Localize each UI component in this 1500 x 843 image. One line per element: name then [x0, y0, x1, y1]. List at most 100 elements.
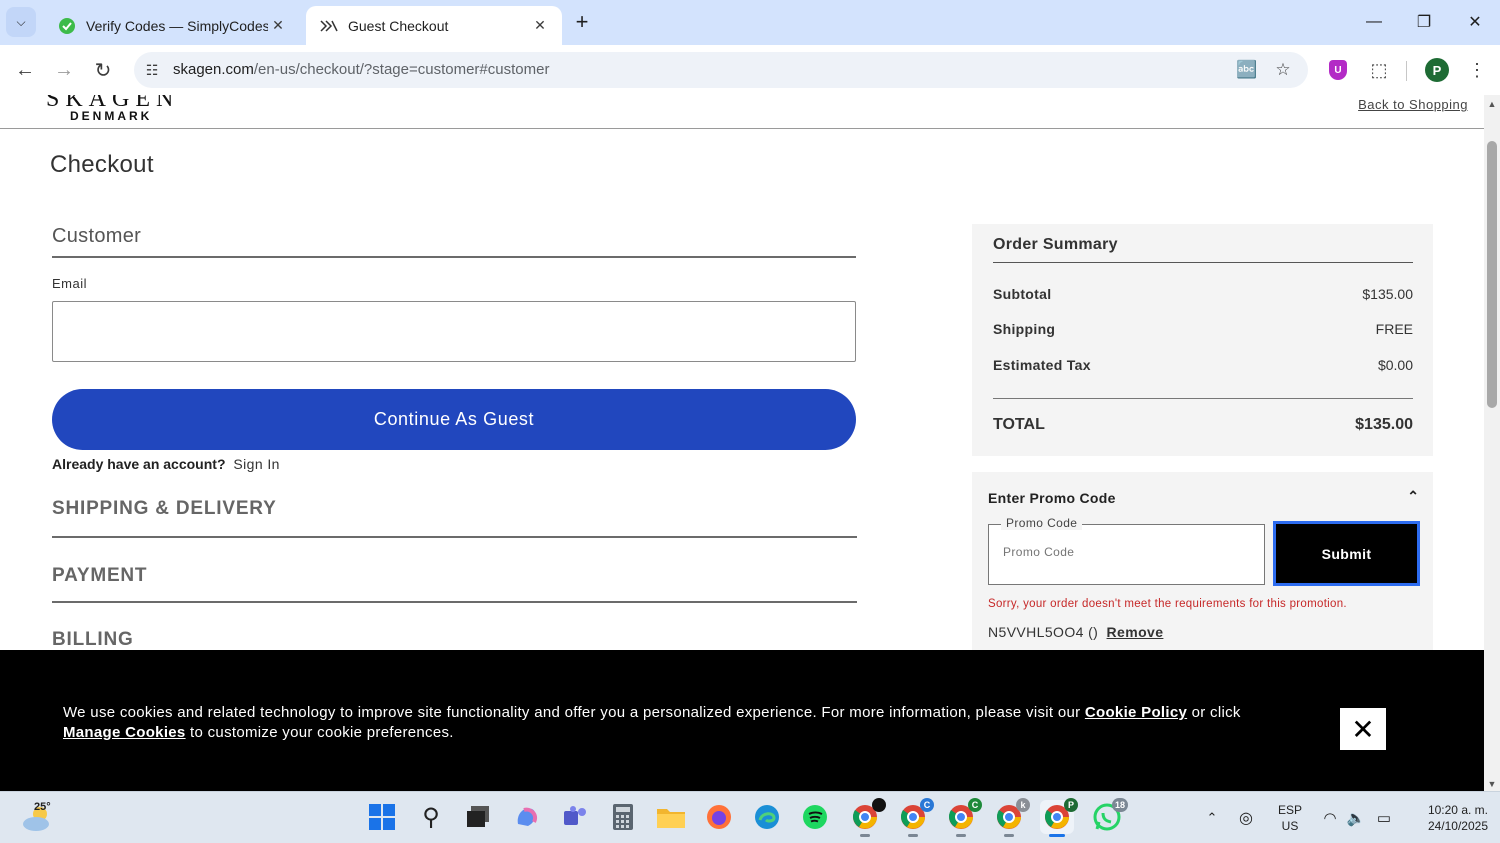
- close-icon: ✕: [1351, 713, 1375, 745]
- forward-button[interactable]: →: [49, 55, 79, 85]
- search-icon[interactable]: ⚲: [414, 800, 448, 834]
- back-button[interactable]: ←: [10, 55, 40, 85]
- wifi-icon[interactable]: ◠: [1318, 792, 1342, 843]
- calculator-icon[interactable]: [606, 800, 640, 834]
- payment-section[interactable]: PAYMENT: [52, 565, 857, 603]
- toolbar-separator: [1406, 61, 1407, 81]
- back-to-shopping-link[interactable]: Back to Shopping: [1358, 97, 1468, 112]
- active-indicator: [1049, 834, 1065, 837]
- input-language[interactable]: ESP US: [1274, 802, 1306, 834]
- chrome-profile-icon[interactable]: C: [944, 798, 982, 837]
- promo-code-panel: Enter Promo Code ⌃ Promo Code Submit Sor…: [972, 472, 1433, 672]
- teams-icon[interactable]: [558, 800, 592, 834]
- tab-verify-codes[interactable]: Verify Codes — SimplyCodes ✕: [44, 6, 300, 45]
- applied-code: N5VVHL5OO4 (): [988, 624, 1099, 640]
- continue-as-guest-button[interactable]: Continue As Guest: [52, 389, 856, 450]
- close-window-button[interactable]: ✕: [1452, 4, 1498, 40]
- sign-in-link[interactable]: Sign In: [233, 456, 279, 472]
- total-row: TOTAL $135.00: [993, 416, 1413, 433]
- promo-code-input[interactable]: [1003, 545, 1243, 559]
- site-settings-icon[interactable]: ☷: [142, 60, 162, 80]
- reload-button[interactable]: ↻: [88, 55, 118, 85]
- applied-promo: N5VVHL5OO4 () Remove: [988, 624, 1163, 640]
- windows-taskbar: 25° ⚲ C C k P 18 ⌃ ◎ ESP US ◠ 🔈 ▭ 10:20 …: [0, 791, 1500, 843]
- chrome-profile-icon[interactable]: k: [992, 798, 1030, 837]
- site-header: SKAGEN DENMARK Back to Shopping: [0, 95, 1484, 129]
- translate-icon[interactable]: 🔤: [1236, 59, 1258, 81]
- skagen-favicon-icon: [320, 17, 338, 35]
- ublock-extension-icon[interactable]: U: [1325, 57, 1351, 83]
- file-explorer-icon[interactable]: [654, 800, 688, 834]
- start-button[interactable]: [365, 800, 399, 834]
- arrow-left-icon: ←: [15, 58, 35, 81]
- shipping-delivery-section[interactable]: SHIPPING & DELIVERY: [52, 498, 857, 538]
- order-summary: Order Summary Subtotal $135.00 Shipping FR…: [972, 224, 1433, 456]
- chevron-up-icon[interactable]: ⌃: [1407, 488, 1419, 505]
- running-indicator: [956, 834, 966, 837]
- running-indicator: [860, 834, 870, 837]
- cookie-policy-link[interactable]: Cookie Policy: [1085, 704, 1187, 721]
- page-scrollbar[interactable]: ▲ ▼: [1484, 95, 1500, 791]
- tax-row: Estimated Tax $0.00: [993, 357, 1413, 373]
- volume-icon[interactable]: 🔈: [1344, 792, 1368, 843]
- tax-value: $0.00: [1377, 357, 1413, 373]
- promo-code-field[interactable]: Promo Code: [988, 516, 1265, 585]
- copilot-icon[interactable]: [510, 800, 544, 834]
- weather-temperature: 25°: [34, 801, 51, 813]
- close-tab-icon[interactable]: ✕: [268, 16, 288, 36]
- bookmark-star-icon[interactable]: ☆: [1272, 59, 1294, 81]
- whatsapp-icon[interactable]: 18: [1090, 798, 1128, 834]
- new-tab-button[interactable]: +: [568, 8, 596, 36]
- remove-promo-link[interactable]: Remove: [1107, 624, 1164, 640]
- chrome-profile-icon[interactable]: [848, 798, 886, 837]
- tray-app-icon[interactable]: ◎: [1234, 792, 1258, 843]
- firefox-icon[interactable]: [702, 800, 736, 834]
- task-view-icon[interactable]: [462, 800, 496, 834]
- arrow-right-icon: →: [54, 58, 74, 81]
- customer-heading: Customer: [52, 225, 856, 258]
- chrome-profile-badge: C: [968, 798, 982, 812]
- battery-icon[interactable]: ▭: [1372, 792, 1396, 843]
- extensions-puzzle-icon[interactable]: ⬚: [1366, 57, 1392, 83]
- close-tab-icon[interactable]: ✕: [530, 16, 550, 36]
- restore-button[interactable]: ❐: [1401, 4, 1447, 40]
- email-field[interactable]: [52, 301, 856, 362]
- url-text[interactable]: skagen.com/en-us/checkout/?stage=custome…: [173, 61, 549, 78]
- cookie-message: We use cookies and related technology to…: [63, 704, 1241, 741]
- chrome-profile-icon[interactable]: P: [1040, 798, 1078, 837]
- promo-title[interactable]: Enter Promo Code: [988, 490, 1116, 506]
- chrome-profile-badge: P: [1064, 798, 1078, 812]
- chrome-profile-badge: k: [1016, 798, 1030, 812]
- subtotal-value: $135.00: [1362, 286, 1413, 302]
- browser-menu-icon[interactable]: ⋮: [1464, 57, 1490, 83]
- scroll-up-arrow-icon[interactable]: ▲: [1484, 97, 1500, 111]
- reload-icon: ↻: [94, 59, 112, 82]
- scrollbar-thumb[interactable]: [1487, 141, 1497, 408]
- manage-cookies-link[interactable]: Manage Cookies: [63, 724, 186, 741]
- windows-start-icon: [369, 804, 395, 830]
- simplycodes-favicon-icon: [58, 17, 76, 35]
- tab-search-button[interactable]: ⌵: [6, 7, 36, 37]
- tab-guest-checkout[interactable]: Guest Checkout ✕: [306, 6, 562, 45]
- promo-submit-button[interactable]: Submit: [1273, 521, 1420, 586]
- show-hidden-icons-chevron-icon[interactable]: ⌃: [1200, 792, 1224, 843]
- cookie-banner: We use cookies and related technology to…: [0, 650, 1484, 791]
- running-indicator: [908, 834, 918, 837]
- minimize-button[interactable]: —: [1351, 4, 1397, 40]
- section-heading: PAYMENT: [52, 565, 148, 586]
- whatsapp-badge: 18: [1111, 798, 1128, 812]
- scroll-down-arrow-icon[interactable]: ▼: [1484, 777, 1500, 791]
- spotify-icon[interactable]: [798, 800, 832, 834]
- chrome-profile-icon[interactable]: C: [896, 798, 934, 837]
- address-bar[interactable]: ☷ skagen.com/en-us/checkout/?stage=custo…: [134, 52, 1308, 88]
- summary-divider: [993, 398, 1413, 399]
- profile-avatar[interactable]: P: [1424, 57, 1450, 83]
- system-clock[interactable]: 10:20 a. m. 24/10/2025: [1406, 802, 1488, 834]
- edge-icon[interactable]: [750, 800, 784, 834]
- section-heading: SHIPPING & DELIVERY: [52, 498, 277, 519]
- page-viewport: SKAGEN DENMARK Back to Shopping Checkout…: [0, 95, 1484, 791]
- promo-error-message: Sorry, your order doesn't meet the requi…: [988, 598, 1347, 610]
- chrome-profile-badge: C: [920, 798, 934, 812]
- chevron-down-icon: ⌵: [16, 14, 26, 29]
- close-cookie-banner-button[interactable]: ✕: [1340, 708, 1386, 750]
